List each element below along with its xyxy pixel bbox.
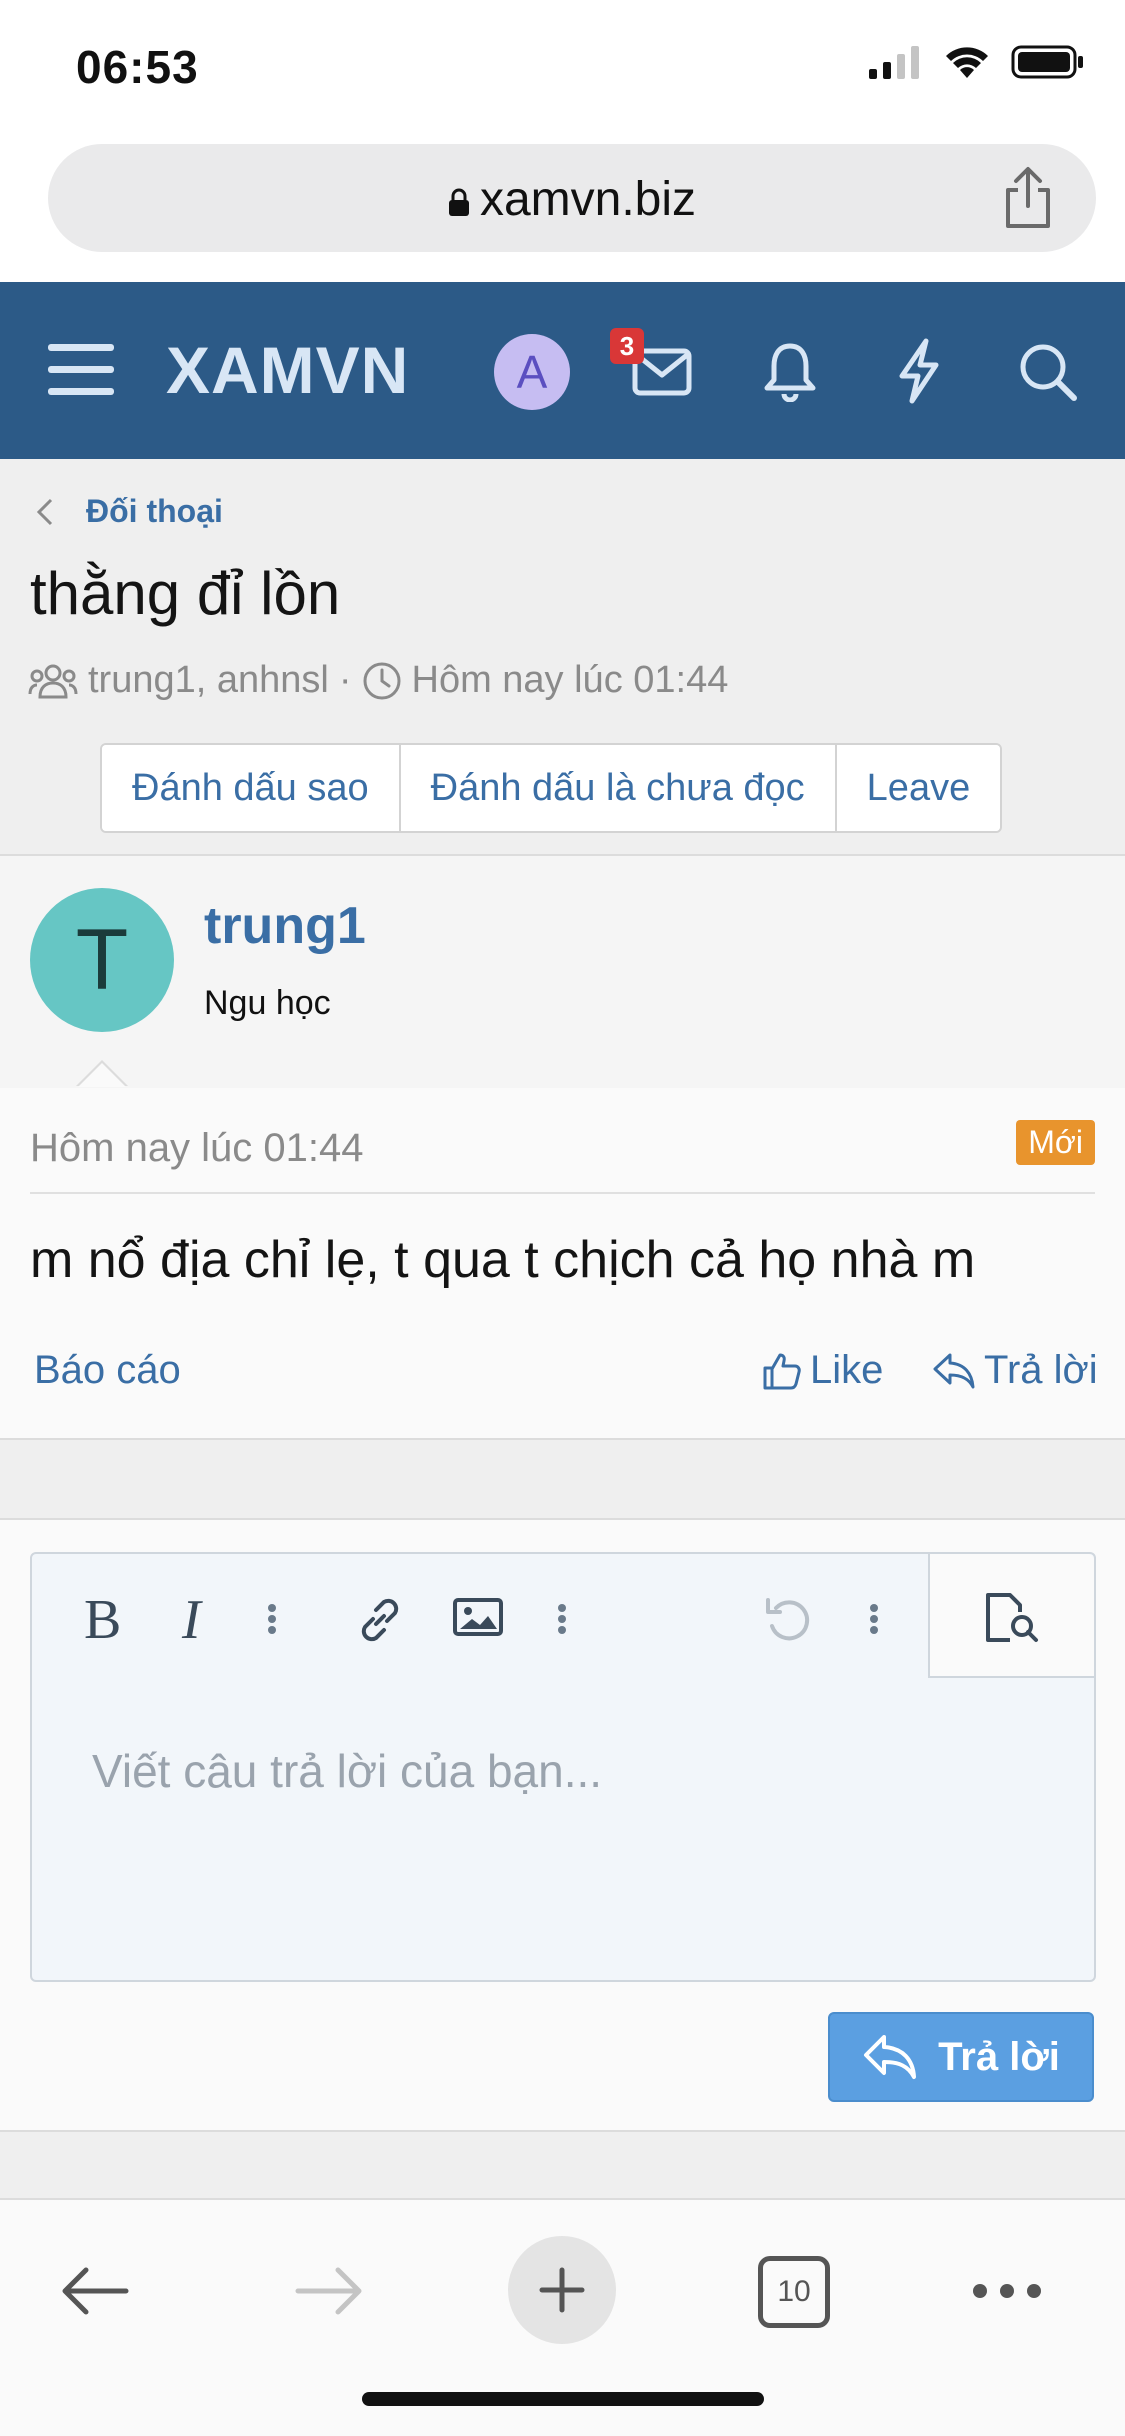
quick-reply: B I Viết câu trả lời của bạn... Trả lời: [0, 1520, 1125, 2132]
tabs-button[interactable]: 10: [758, 2256, 830, 2328]
hamburger-menu-icon[interactable]: [48, 342, 114, 396]
conversation-time: Hôm nay lúc 01:44: [411, 659, 729, 701]
site-logo[interactable]: XAMVN: [166, 332, 409, 408]
clock-icon: [363, 662, 400, 699]
reply-editor[interactable]: B I Viết câu trả lời của bạn...: [30, 1552, 1096, 1982]
meta-separator: ·: [338, 659, 352, 701]
breadcrumb[interactable]: Đối thoại: [36, 493, 223, 530]
breadcrumb-link[interactable]: Đối thoại: [86, 493, 223, 530]
reply-icon: [864, 2035, 917, 2079]
participants[interactable]: trung1, anhnsl: [88, 659, 329, 702]
inbox-badge: 3: [610, 328, 644, 364]
message-body: Hôm nay lúc 01:44 Mới m nổ địa chỉ lẹ, t…: [0, 1088, 1125, 1440]
home-indicator: [362, 2392, 764, 2406]
message-username[interactable]: trung1: [204, 896, 366, 956]
site-navbar: XAMVN A 3: [0, 282, 1125, 459]
conversation-header: Đối thoại thằng đỉ lồn trung1, anhnsl · …: [0, 459, 1125, 854]
report-link[interactable]: Báo cáo: [34, 1348, 181, 1393]
message-user-block: T trung1 Ngu học: [0, 854, 1125, 1090]
new-badge: Mới: [1016, 1120, 1095, 1165]
mark-unread-button[interactable]: Đánh dấu là chưa đọc: [400, 745, 837, 831]
reply-link[interactable]: Trả lời: [932, 1348, 1098, 1393]
message-date[interactable]: Hôm nay lúc 01:44: [30, 1126, 364, 1171]
italic-icon[interactable]: I: [178, 1594, 218, 1644]
status-bar: 06:53: [0, 0, 1125, 140]
conversation-meta: trung1, anhnsl · Hôm nay lúc 01:44: [28, 659, 728, 702]
thumbs-up-icon: [763, 1353, 801, 1389]
forward-arrow-icon[interactable]: [294, 2266, 364, 2316]
message-divider: [30, 1192, 1095, 1194]
url-text: xamvn.biz: [479, 173, 697, 226]
users-icon: [28, 664, 78, 698]
report-label: Báo cáo: [34, 1348, 181, 1392]
message-pointer-fill: [78, 1063, 126, 1087]
svg-text:I: I: [181, 1594, 203, 1644]
user-avatar[interactable]: A: [494, 334, 570, 410]
reply-label: Trả lời: [984, 1348, 1098, 1392]
page-bottom-area: [0, 2132, 1125, 2200]
svg-text:B: B: [84, 1594, 121, 1644]
image-icon[interactable]: [452, 1594, 504, 1640]
message-user-title: Ngu học: [204, 984, 331, 1022]
star-button[interactable]: Đánh dấu sao: [102, 745, 401, 831]
wifi-icon: [946, 47, 988, 78]
link-icon[interactable]: [354, 1594, 406, 1646]
conversation-actions: Đánh dấu sao Đánh dấu là chưa đọc Leave: [100, 743, 1003, 833]
more-menu-icon[interactable]: [970, 2278, 1044, 2304]
browser-address-area: xamvn.biz: [0, 140, 1125, 282]
url-bar[interactable]: xamvn.biz: [48, 144, 1096, 252]
share-icon[interactable]: [1000, 166, 1056, 230]
leave-button[interactable]: Leave: [836, 745, 1001, 831]
plus-icon: [539, 2267, 585, 2313]
like-button[interactable]: Like: [762, 1348, 883, 1393]
page-title: thằng đỉ lồn: [30, 560, 341, 627]
tab-count: 10: [777, 2275, 811, 2308]
url-display[interactable]: xamvn.biz: [48, 172, 1096, 227]
lightning-icon[interactable]: [896, 338, 942, 404]
status-time: 06:53: [76, 41, 199, 93]
new-tab-button[interactable]: [508, 2236, 616, 2344]
search-icon[interactable]: [1018, 342, 1078, 402]
status-icons: [867, 44, 1085, 80]
section-gap: [0, 1440, 1125, 1520]
reply-submit-button[interactable]: Trả lời: [828, 2012, 1094, 2102]
like-label: Like: [810, 1348, 884, 1392]
editor-toolbar: B I: [32, 1554, 1094, 1678]
bell-icon[interactable]: [762, 340, 818, 402]
preview-icon: [986, 1593, 1038, 1642]
more-insert-options-icon[interactable]: [554, 1594, 570, 1644]
undo-icon[interactable]: [762, 1594, 814, 1646]
bold-icon[interactable]: B: [82, 1594, 122, 1644]
more-text-options-icon[interactable]: [264, 1594, 280, 1644]
back-arrow-icon[interactable]: [60, 2266, 130, 2316]
message-text: m nổ địa chỉ lẹ, t qua t chịch cả họ nhà…: [30, 1231, 976, 1289]
message-avatar[interactable]: T: [30, 888, 174, 1032]
reply-icon: [933, 1353, 975, 1388]
reply-submit-label: Trả lời: [938, 2034, 1060, 2079]
preview-toggle[interactable]: [928, 1554, 1094, 1678]
signal-icon: [869, 46, 919, 79]
lock-icon: [448, 188, 469, 217]
chevron-left-icon: [36, 498, 53, 525]
more-options-icon[interactable]: [866, 1594, 882, 1644]
battery-icon: [1011, 45, 1083, 79]
reply-placeholder[interactable]: Viết câu trả lời của bạn...: [92, 1744, 602, 1798]
